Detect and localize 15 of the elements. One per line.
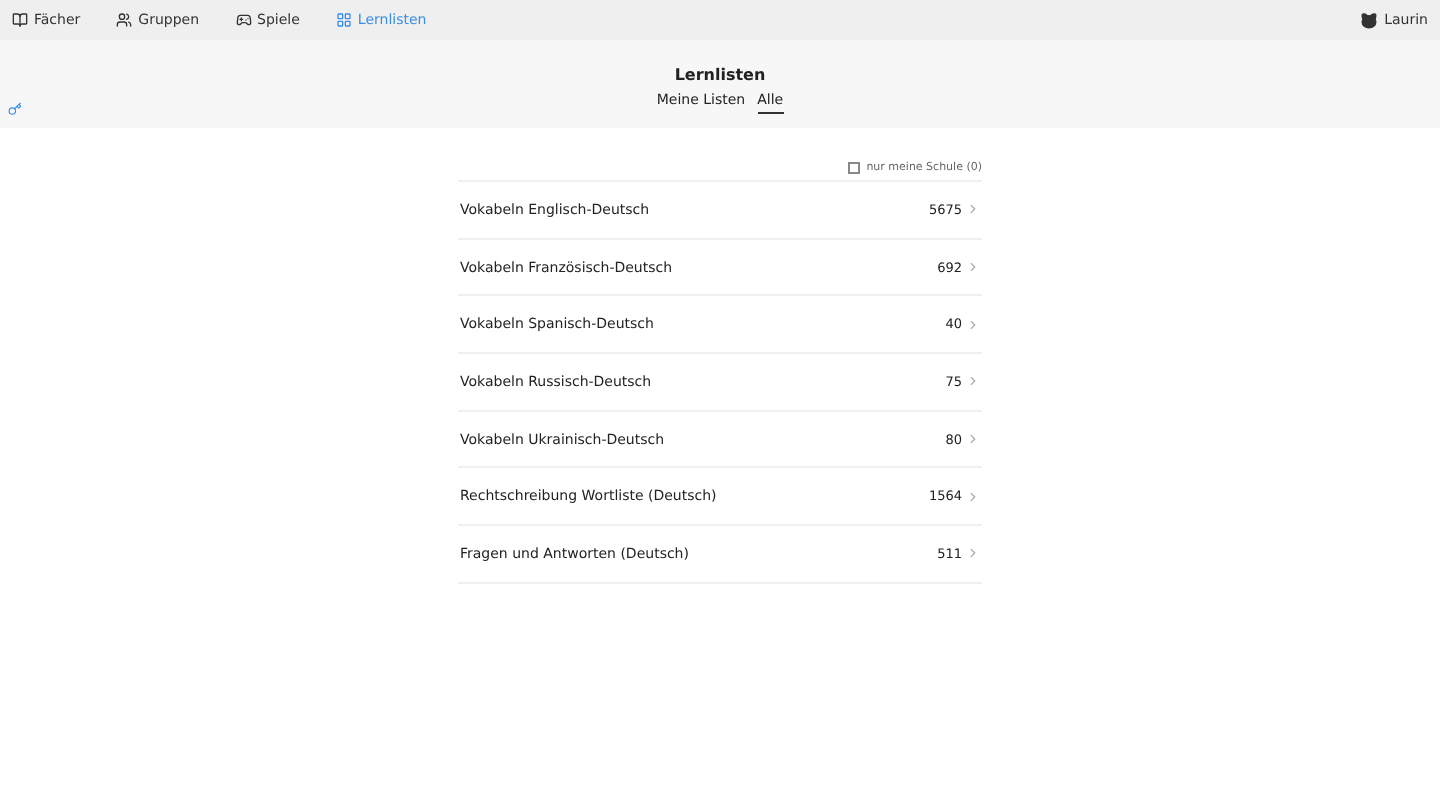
chevron-icon: [966, 317, 980, 332]
chevron-icon: [966, 260, 980, 275]
grid-icon: [335, 12, 352, 28]
chevron-icon: [966, 489, 980, 504]
people-icon: [116, 12, 133, 28]
page-title: Lernlisten: [674, 66, 766, 84]
gamepad-icon: [235, 12, 252, 28]
chevron-icon: [966, 202, 980, 217]
book-icon: [12, 12, 28, 28]
chevron-icon: [966, 546, 980, 561]
checkbox[interactable]: [848, 162, 861, 174]
key-icon[interactable]: [8, 102, 22, 116]
chevron-icon: [966, 432, 980, 447]
cat-icon: [1360, 11, 1379, 29]
chevron-icon: [966, 374, 980, 389]
